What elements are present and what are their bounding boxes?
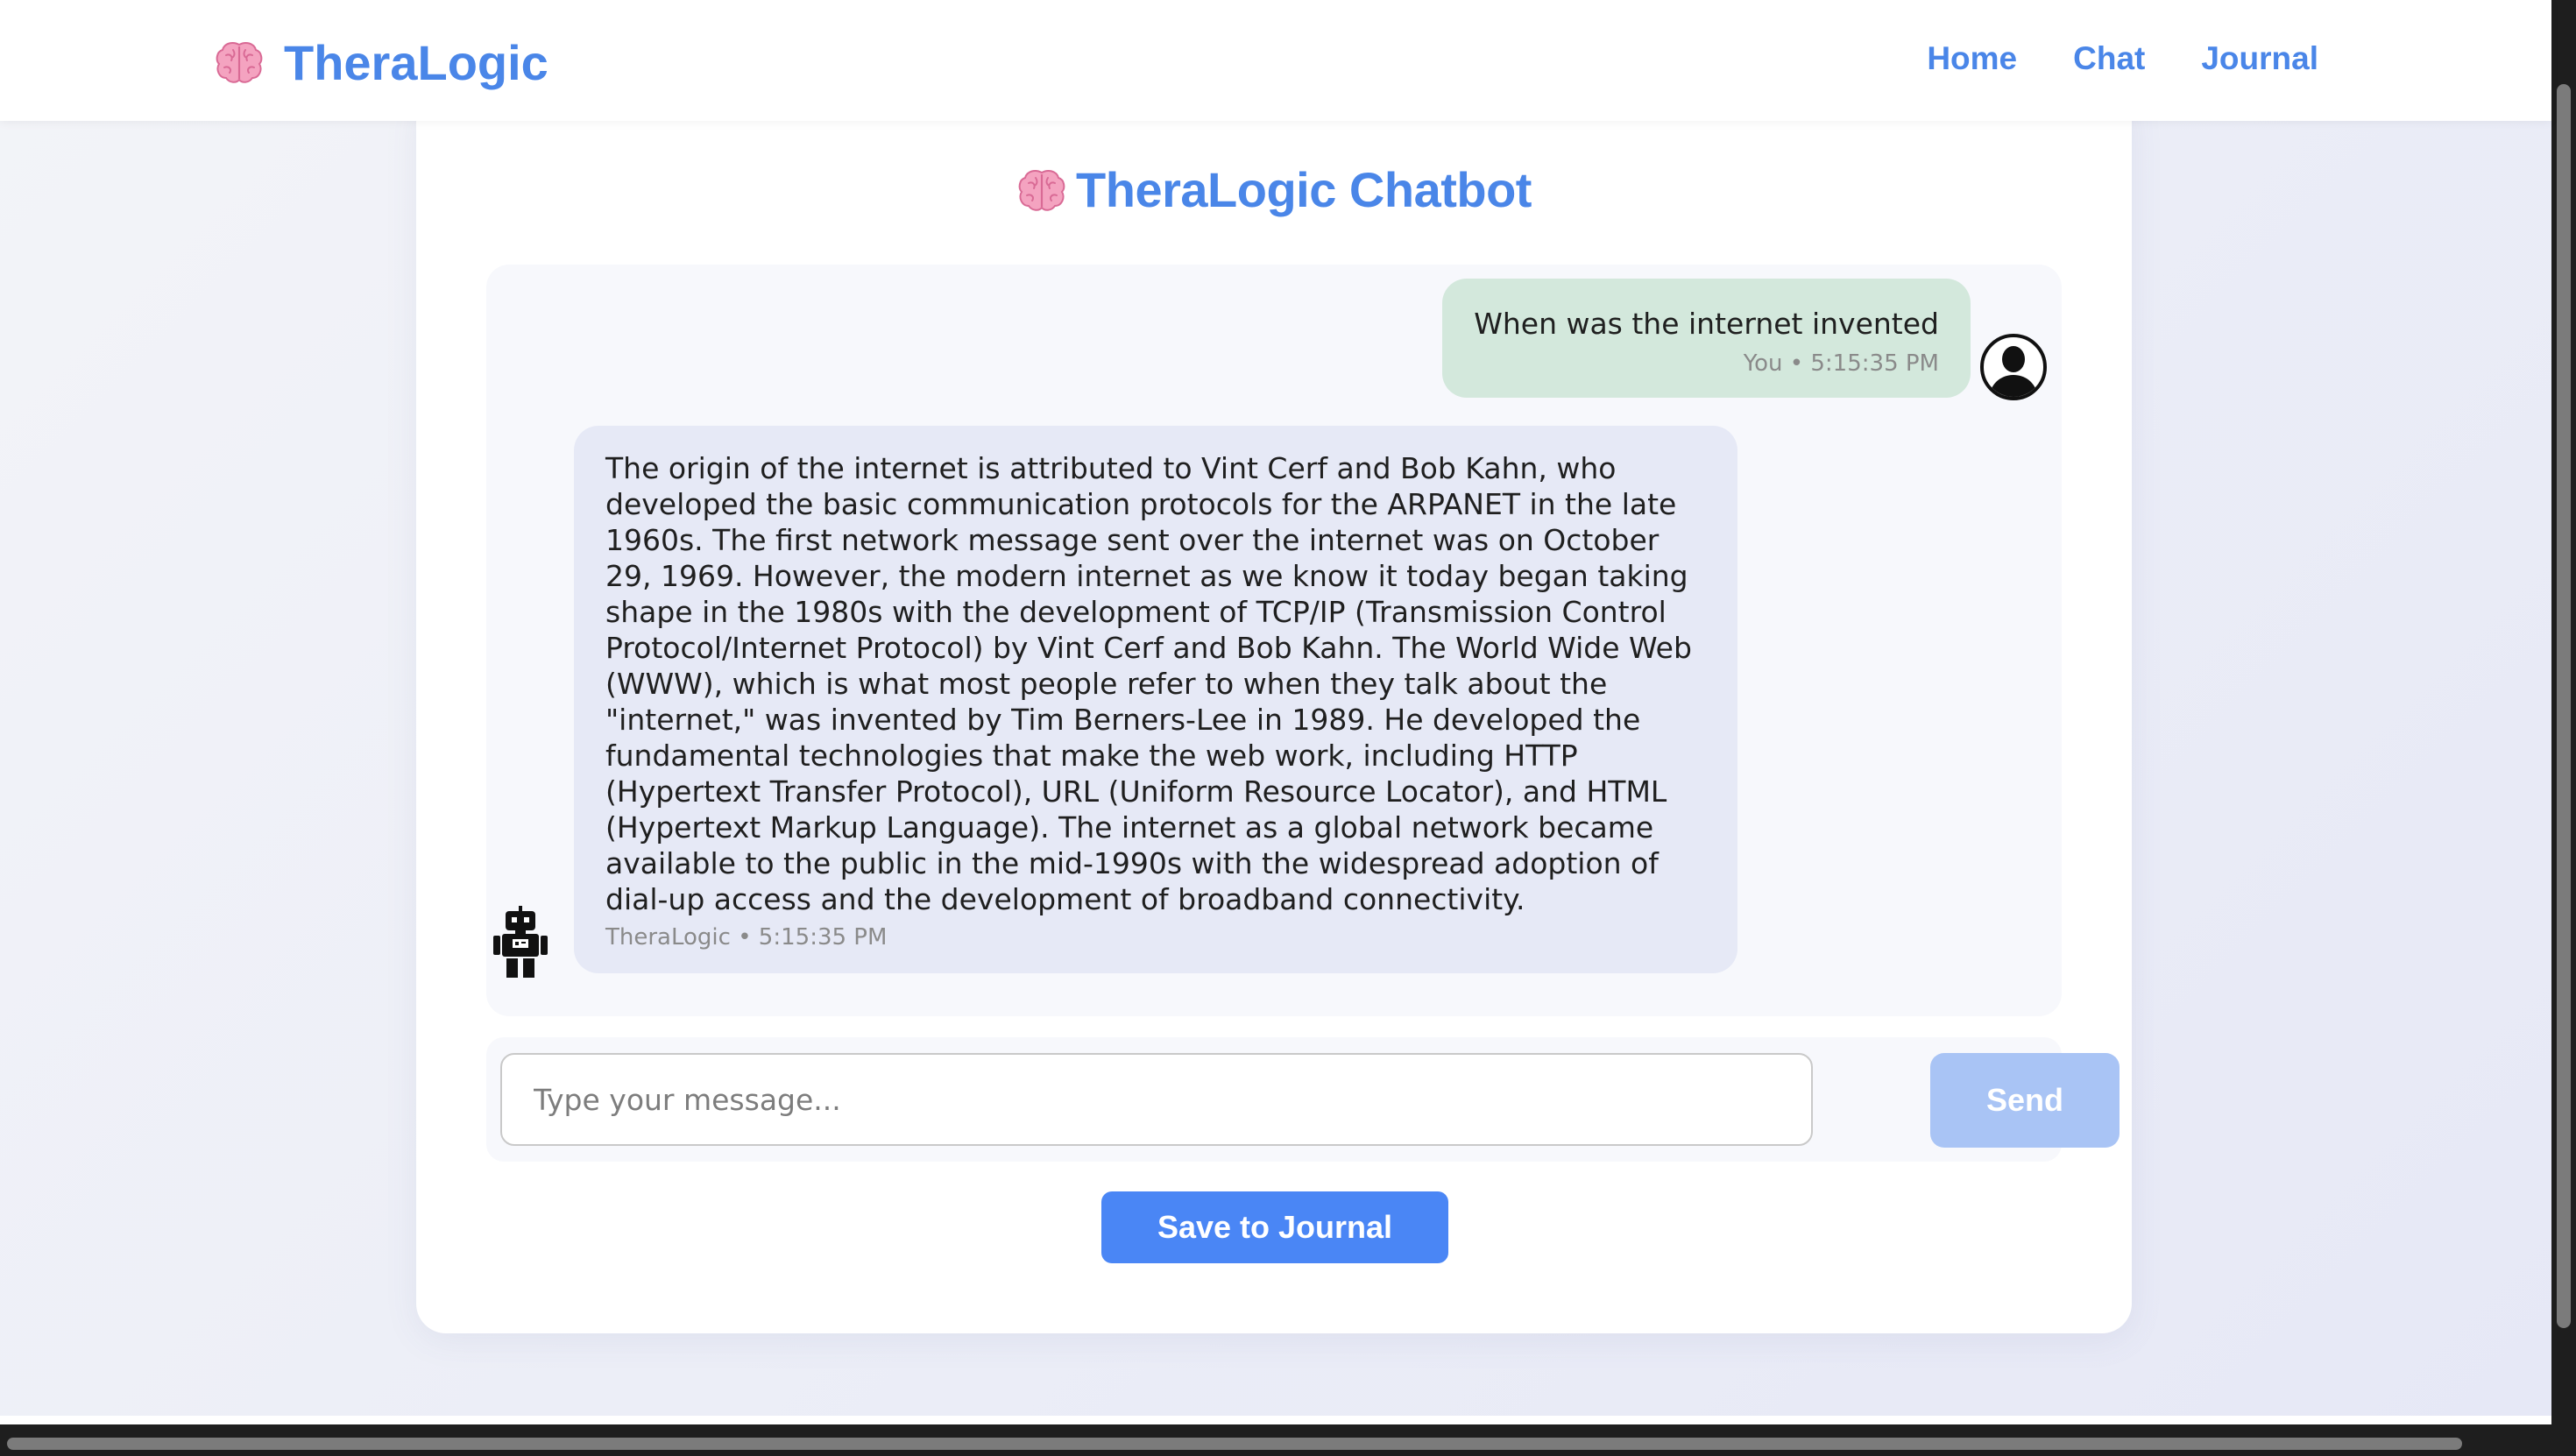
brain-icon	[1018, 169, 1065, 211]
user-message-bubble: When was the internet invented You • 5:1…	[1442, 279, 1971, 398]
bot-message-bubble: The origin of the internet is attributed…	[574, 426, 1737, 973]
save-to-journal-button[interactable]: Save to Journal	[1101, 1191, 1448, 1263]
nav-links: Home Chat Journal	[1927, 40, 2318, 77]
user-silhouette-icon	[1980, 334, 2047, 400]
navbar: TheraLogic Home Chat Journal	[0, 0, 2551, 121]
chat-messages[interactable]: When was the internet invented You • 5:1…	[486, 265, 2062, 1016]
horizontal-scrollbar-thumb[interactable]	[7, 1438, 2462, 1450]
bot-message-meta: TheraLogic • 5:15:35 PM	[605, 924, 888, 951]
page-bottom-edge	[0, 1416, 2551, 1424]
chat-card: TheraLogic Chatbot When was the internet…	[416, 88, 2132, 1333]
send-button[interactable]: Send	[1930, 1053, 2120, 1148]
nav-link-chat[interactable]: Chat	[2073, 40, 2145, 77]
user-message-meta: You • 5:15:35 PM	[1743, 350, 1939, 377]
composer: Send	[486, 1037, 2120, 1162]
nav-link-journal[interactable]: Journal	[2201, 40, 2318, 77]
nav-link-home[interactable]: Home	[1927, 40, 2017, 77]
horizontal-scrollbar[interactable]	[0, 1424, 2576, 1456]
vertical-scrollbar-thumb[interactable]	[2557, 84, 2571, 1328]
brand[interactable]: TheraLogic	[214, 32, 548, 93]
bot-message-text: The origin of the internet is attributed…	[605, 451, 1692, 916]
chat-title: TheraLogic Chatbot	[416, 161, 2132, 218]
vertical-scrollbar[interactable]	[2551, 0, 2576, 1456]
robot-icon	[493, 906, 548, 978]
user-message-text: When was the internet invented	[1474, 307, 1939, 341]
message-input[interactable]	[500, 1053, 1813, 1146]
chat-title-text: TheraLogic Chatbot	[1076, 162, 1532, 217]
brand-name: TheraLogic	[284, 34, 548, 90]
brain-icon	[216, 42, 263, 83]
